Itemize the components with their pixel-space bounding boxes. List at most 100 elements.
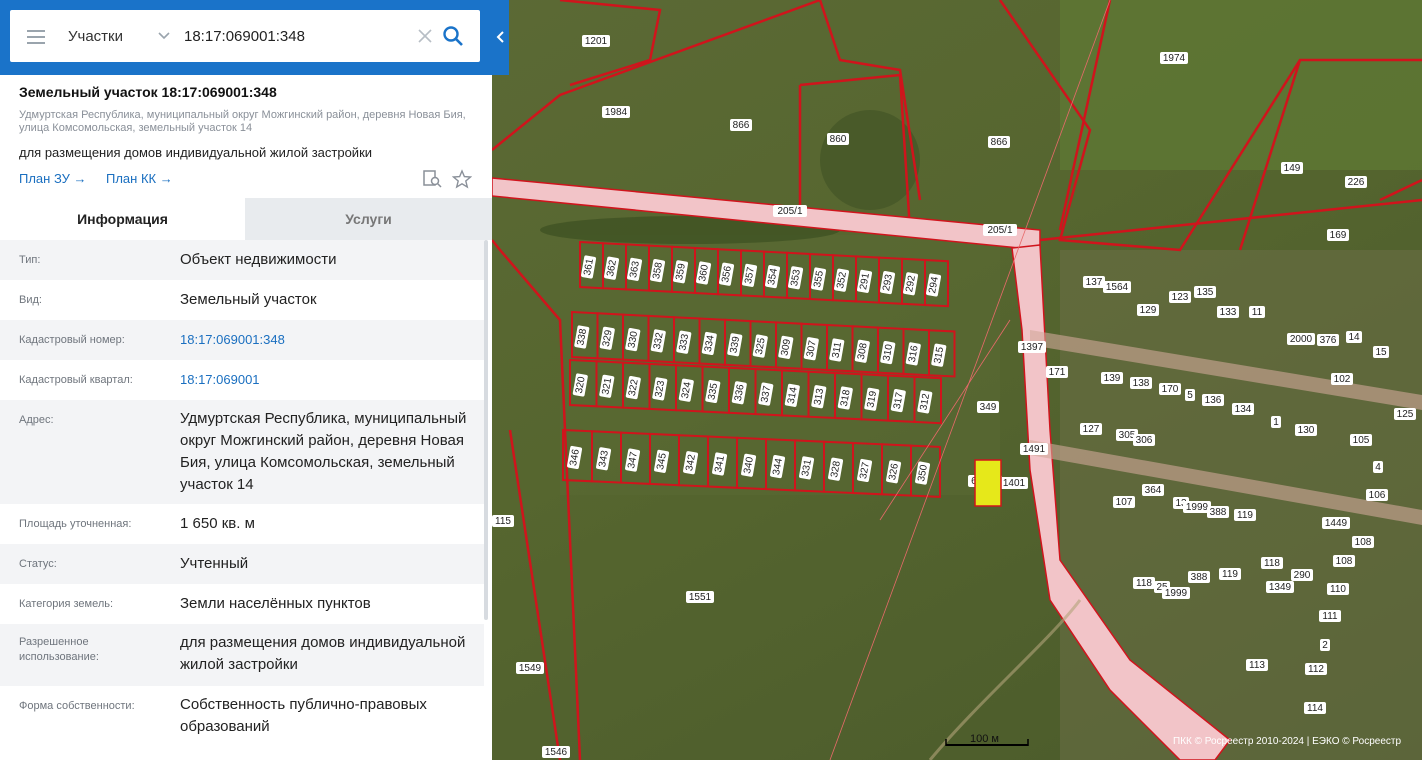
parcel-label: 1349	[1269, 582, 1292, 593]
parcel-label: 108	[1355, 537, 1372, 548]
parcel-label: 110	[1330, 584, 1346, 595]
close-icon[interactable]	[416, 27, 434, 45]
parcel-label: 2000	[1290, 334, 1313, 345]
parcel-label: 15	[1375, 347, 1387, 358]
parcel-label: 860	[830, 134, 847, 145]
parcel-label: 112	[1308, 664, 1324, 675]
tab-information[interactable]: Информация	[0, 198, 245, 240]
row-value: Собственность публично-правовых образова…	[180, 696, 427, 735]
table-row: Кадастровый квартал: 18:17:069001	[0, 360, 484, 400]
parcel-label: 1551	[689, 592, 712, 603]
parcel-label: 106	[1369, 490, 1386, 501]
row-value: для размещения домов индивидуальной жило…	[180, 634, 466, 673]
parcel-label: 170	[1162, 384, 1179, 395]
row-value: Земельный участок	[180, 291, 317, 308]
star-icon[interactable]	[451, 169, 473, 189]
row-key: Кадастровый квартал:	[19, 374, 133, 386]
parcel-label: 105	[1353, 435, 1370, 446]
parcel-label: 1549	[519, 663, 542, 674]
parcel-address: Удмуртская Республика, муниципальный окр…	[19, 109, 466, 134]
parcel-label: 1397	[1021, 342, 1044, 353]
parcel-label: 205/1	[777, 206, 802, 217]
parcel-label: 118	[1264, 558, 1280, 569]
parcel-label: 14	[1348, 332, 1360, 343]
parcel-label: 138	[1133, 378, 1150, 389]
cadastral-quarter-link[interactable]: 18:17:069001	[180, 369, 480, 391]
parcel-label: 115	[495, 516, 511, 527]
parcel-label: 135	[1197, 287, 1214, 298]
parcel-label: 1	[1273, 417, 1279, 428]
table-row: Вид: Земельный участок	[0, 280, 484, 320]
row-key: Тип:	[19, 254, 41, 266]
parcel-label: 1491	[1023, 444, 1046, 455]
parcel-label: 133	[1220, 307, 1237, 318]
parcel-label: 1449	[1325, 518, 1348, 529]
parcel-label: 134	[1235, 404, 1252, 415]
parcel-label: 2	[1322, 640, 1328, 651]
table-row: Адрес: Удмуртская Республика, муниципаль…	[0, 400, 484, 504]
parcel-purpose: для размещения домов индивидуальной жило…	[19, 145, 373, 160]
layer-select[interactable]: Участки	[68, 28, 123, 45]
parcel-label: 139	[1104, 373, 1121, 384]
table-row: Категория земель: Земли населённых пункт…	[0, 584, 484, 624]
table-row: Кадастровый номер: 18:17:069001:348	[0, 320, 484, 360]
plan-kk-link[interactable]: План КК →	[106, 171, 173, 186]
selected-parcel[interactable]	[974, 459, 1002, 507]
parcel-label: 107	[1116, 497, 1133, 508]
parcel-label: 149	[1284, 163, 1301, 174]
parcel-label: 108	[1336, 556, 1353, 567]
parcel-label: 1564	[1106, 282, 1129, 293]
parcel-label: 364	[1145, 485, 1162, 496]
row-key: Адрес:	[19, 414, 54, 426]
parcel-label: 388	[1191, 572, 1208, 583]
table-row: Площадь уточненная: 1 650 кв. м	[0, 504, 484, 544]
tabs: Информация Услуги	[0, 198, 492, 240]
scrollbar[interactable]	[484, 240, 488, 620]
search-icon[interactable]	[442, 25, 464, 47]
row-key: Кадастровый номер:	[19, 334, 125, 346]
plan-zu-link[interactable]: План ЗУ →	[19, 171, 87, 186]
search-input[interactable]: 18:17:069001:348	[184, 28, 305, 45]
info-panel: Земельный участок 18:17:069001:348 Удмур…	[0, 0, 492, 760]
search-document-icon[interactable]	[422, 169, 442, 189]
cadastral-number-link[interactable]: 18:17:069001:348	[180, 329, 480, 351]
parcel-label: 127	[1083, 424, 1100, 435]
chevron-down-icon[interactable]	[157, 29, 171, 43]
map-scale: 100 м	[944, 733, 1030, 747]
table-row: Разрешенное использование: для размещени…	[0, 624, 484, 686]
parcel-label: 4	[1375, 462, 1381, 473]
parcel-label: 205/1	[987, 225, 1012, 236]
parcel-title: Земельный участок 18:17:069001:348	[19, 84, 277, 100]
parcel-label: 113	[1249, 660, 1265, 671]
parcel-label: 11	[1252, 307, 1263, 318]
row-value: Объект недвижимости	[180, 251, 337, 268]
parcel-label: 1401	[1003, 478, 1026, 489]
parcel-label: 226	[1348, 177, 1365, 188]
parcel-label: 306	[1136, 435, 1153, 446]
row-key: Статус:	[19, 558, 57, 570]
parcel-label: 118	[1136, 578, 1152, 589]
scale-label: 100 м	[970, 733, 999, 745]
parcel-label: 376	[1320, 335, 1337, 346]
parcel-label: 102	[1334, 374, 1351, 385]
menu-icon[interactable]	[27, 30, 45, 44]
search-bar: Участки 18:17:069001:348	[0, 0, 509, 75]
parcel-label: 1201	[585, 36, 608, 47]
parcel-label: 1546	[545, 747, 568, 758]
tab-services[interactable]: Услуги	[245, 198, 492, 240]
row-key: Вид:	[19, 294, 42, 306]
parcel-label: 866	[733, 120, 750, 131]
parcel-label: 1984	[605, 107, 628, 118]
parcel-label: 119	[1237, 510, 1253, 521]
table-row: Статус: Учтенный	[0, 544, 484, 584]
parcel-label: 129	[1140, 305, 1157, 316]
chevron-left-icon[interactable]	[492, 24, 509, 50]
parcel-label: 5	[1187, 390, 1193, 401]
parcel-label: 169	[1330, 230, 1347, 241]
parcel-label: 1974	[1163, 53, 1186, 64]
row-value: Земли населённых пунктов	[180, 595, 371, 612]
table-row: Форма собственности: Собственность публи…	[0, 686, 484, 748]
parcel-label: 866	[991, 137, 1008, 148]
parcel-label: 130	[1298, 425, 1315, 436]
parcel-label: 388	[1210, 507, 1227, 518]
